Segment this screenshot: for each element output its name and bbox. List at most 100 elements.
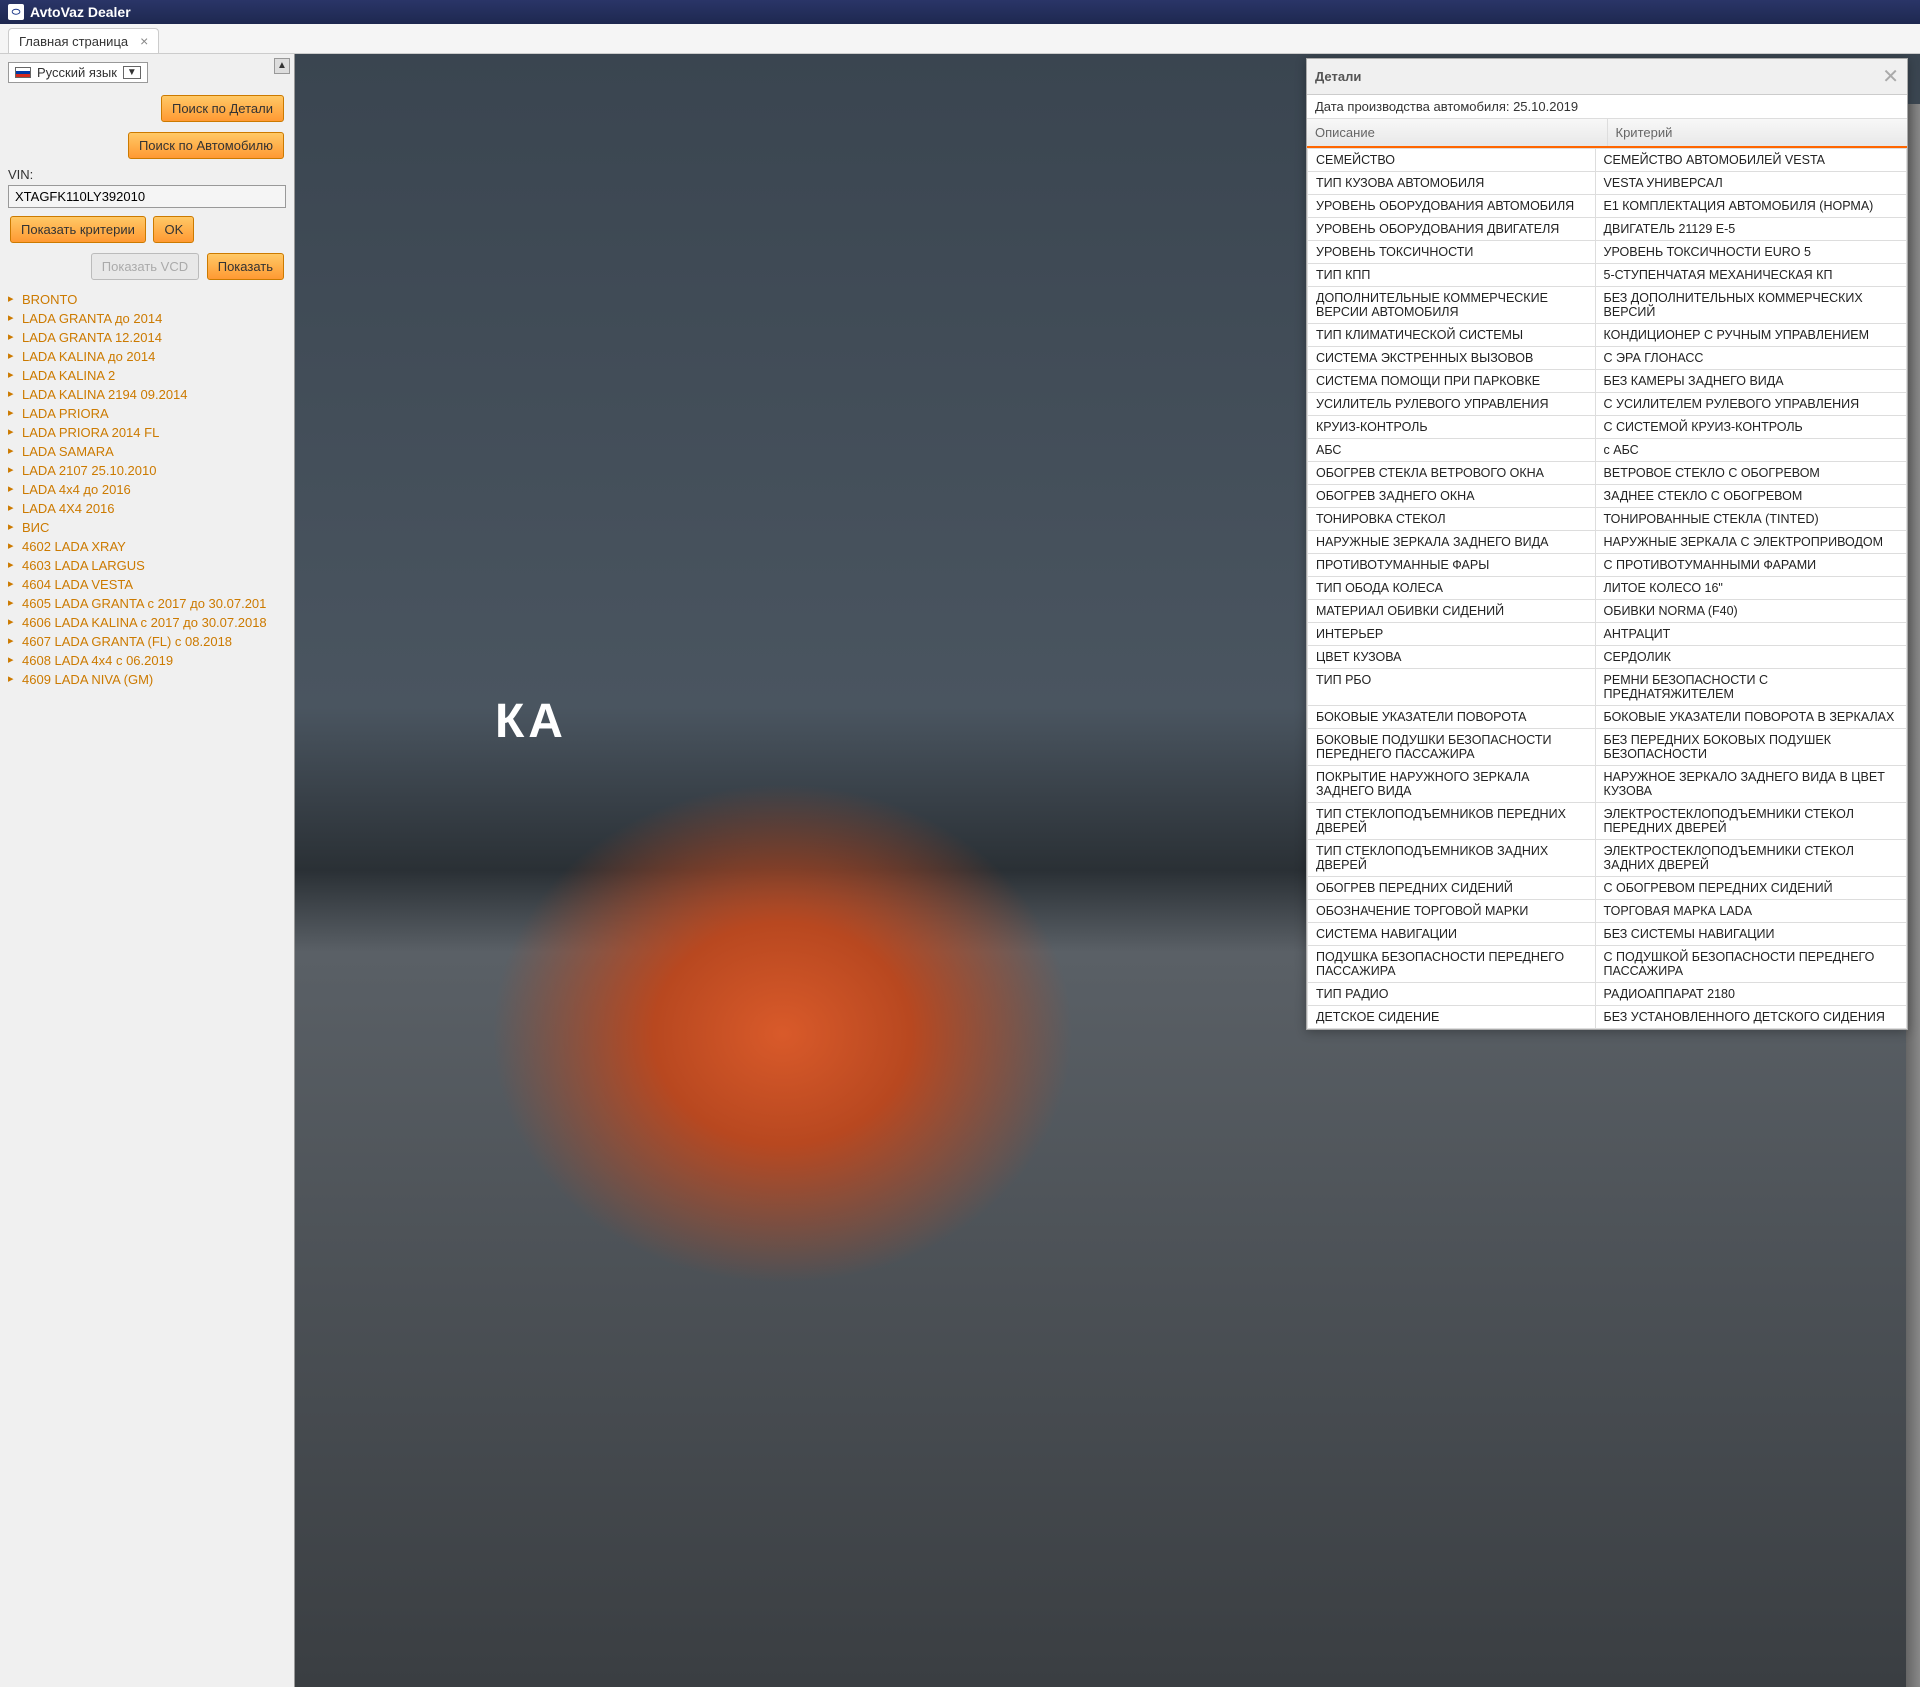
- tree-item[interactable]: 4603 LADA LARGUS: [8, 556, 286, 575]
- cell-description: СИСТЕМА ПОМОЩИ ПРИ ПАРКОВКЕ: [1308, 370, 1596, 393]
- table-row: ТИП РБОРЕМНИ БЕЗОПАСНОСТИ С ПРЕДНАТЯЖИТЕ…: [1308, 669, 1907, 706]
- table-row: НАРУЖНЫЕ ЗЕРКАЛА ЗАДНЕГО ВИДАНАРУЖНЫЕ ЗЕ…: [1308, 531, 1907, 554]
- cell-criterion: УРОВЕНЬ ТОКСИЧНОСТИ EURO 5: [1595, 241, 1906, 264]
- cell-description: ТИП ОБОДА КОЛЕСА: [1308, 577, 1596, 600]
- cell-description: БОКОВЫЕ УКАЗАТЕЛИ ПОВОРОТА: [1308, 706, 1596, 729]
- table-row: ТИП СТЕКЛОПОДЪЕМНИКОВ ЗАДНИХ ДВЕРЕЙЭЛЕКТ…: [1308, 840, 1907, 877]
- cell-description: ТИП КПП: [1308, 264, 1596, 287]
- title-bar: ⬭ AvtoVaz Dealer: [0, 0, 1920, 24]
- table-row: ОБОГРЕВ СТЕКЛА ВЕТРОВОГО ОКНАВЕТРОВОЕ СТ…: [1308, 462, 1907, 485]
- cell-description: ПОКРЫТИЕ НАРУЖНОГО ЗЕРКАЛА ЗАДНЕГО ВИДА: [1308, 766, 1596, 803]
- tree-item[interactable]: LADA KALINA 2: [8, 366, 286, 385]
- tree-item[interactable]: ВИС: [8, 518, 286, 537]
- details-header: Детали ✕: [1307, 59, 1907, 95]
- details-panel: Детали ✕ Дата производства автомобиля: 2…: [1306, 58, 1908, 1030]
- search-by-part-button[interactable]: Поиск по Детали: [161, 95, 284, 122]
- cell-description: УСИЛИТЕЛЬ РУЛЕВОГО УПРАВЛЕНИЯ: [1308, 393, 1596, 416]
- tree-item[interactable]: 4609 LADA NIVA (GM): [8, 670, 286, 689]
- cell-description: ИНТЕРЬЕР: [1308, 623, 1596, 646]
- tree-item[interactable]: LADA KALINA 2194 09.2014: [8, 385, 286, 404]
- details-table: СЕМЕЙСТВОСЕМЕЙСТВО АВТОМОБИЛЕЙ VESTAТИП …: [1307, 148, 1907, 1029]
- tree-item[interactable]: LADA 4X4 2016: [8, 499, 286, 518]
- details-title: Детали: [1315, 69, 1361, 84]
- show-vcd-button: Показать VCD: [91, 253, 199, 280]
- tree-item[interactable]: 4607 LADA GRANTA (FL) с 08.2018: [8, 632, 286, 651]
- cell-criterion: VESTA УНИВЕРСАЛ: [1595, 172, 1906, 195]
- table-row: БОКОВЫЕ УКАЗАТЕЛИ ПОВОРОТАБОКОВЫЕ УКАЗАТ…: [1308, 706, 1907, 729]
- close-icon[interactable]: ✕: [1882, 64, 1899, 89]
- tree-item[interactable]: 4605 LADA GRANTA с 2017 до 30.07.201: [8, 594, 286, 613]
- tree-item[interactable]: 4602 LADA XRAY: [8, 537, 286, 556]
- cell-criterion: С СИСТЕМОЙ КРУИЗ-КОНТРОЛЬ: [1595, 416, 1906, 439]
- show-button[interactable]: Показать: [207, 253, 284, 280]
- ok-button[interactable]: OK: [153, 216, 194, 243]
- chevron-down-icon[interactable]: ▼: [123, 66, 141, 79]
- tab-main[interactable]: Главная страница ×: [8, 28, 159, 53]
- tree-item[interactable]: 4608 LADA 4x4 с 06.2019: [8, 651, 286, 670]
- tree-item[interactable]: LADA PRIORA 2014 FL: [8, 423, 286, 442]
- cell-description: ЦВЕТ КУЗОВА: [1308, 646, 1596, 669]
- flag-icon: [15, 67, 31, 78]
- cell-criterion: БЕЗ УСТАНОВЛЕННОГО ДЕТСКОГО СИДЕНИЯ: [1595, 1006, 1906, 1029]
- cell-criterion: С УСИЛИТЕЛЕМ РУЛЕВОГО УПРАВЛЕНИЯ: [1595, 393, 1906, 416]
- cell-description: ТИП КУЗОВА АВТОМОБИЛЯ: [1308, 172, 1596, 195]
- tree-item[interactable]: LADA GRANTA до 2014: [8, 309, 286, 328]
- vin-input[interactable]: [8, 185, 286, 208]
- details-columns: Описание Критерий: [1307, 119, 1907, 148]
- language-select[interactable]: Русский язык ▼: [8, 62, 148, 83]
- show-criteria-button[interactable]: Показать критерии: [10, 216, 146, 243]
- search-by-car-button[interactable]: Поиск по Автомобилю: [128, 132, 284, 159]
- cell-description: БОКОВЫЕ ПОДУШКИ БЕЗОПАСНОСТИ ПЕРЕДНЕГО П…: [1308, 729, 1596, 766]
- tree-item[interactable]: LADA PRIORA: [8, 404, 286, 423]
- cell-description: ДОПОЛНИТЕЛЬНЫЕ КОММЕРЧЕСКИЕ ВЕРСИИ АВТОМ…: [1308, 287, 1596, 324]
- cell-criterion: АНТРАЦИТ: [1595, 623, 1906, 646]
- tree-item[interactable]: LADA GRANTA 12.2014: [8, 328, 286, 347]
- cell-criterion: ЭЛЕКТРОСТЕКЛОПОДЪЕМНИКИ СТЕКОЛ ЗАДНИХ ДВ…: [1595, 840, 1906, 877]
- cell-description: АБС: [1308, 439, 1596, 462]
- cell-description: СИСТЕМА НАВИГАЦИИ: [1308, 923, 1596, 946]
- scroll-up-icon[interactable]: ▲: [274, 58, 290, 74]
- cell-description: ТИП СТЕКЛОПОДЪЕМНИКОВ ПЕРЕДНИХ ДВЕРЕЙ: [1308, 803, 1596, 840]
- table-row: ТИП КЛИМАТИЧЕСКОЙ СИСТЕМЫКОНДИЦИОНЕР С Р…: [1308, 324, 1907, 347]
- table-row: ТИП ОБОДА КОЛЕСАЛИТОЕ КОЛЕСО 16": [1308, 577, 1907, 600]
- workspace: ▲ Русский язык ▼ Поиск по Детали Поиск п…: [0, 54, 1920, 1687]
- table-row: ОБОГРЕВ ЗАДНЕГО ОКНАЗАДНЕЕ СТЕКЛО С ОБОГ…: [1308, 485, 1907, 508]
- cell-criterion: БОКОВЫЕ УКАЗАТЕЛИ ПОВОРОТА В ЗЕРКАЛАХ: [1595, 706, 1906, 729]
- table-row: ПОКРЫТИЕ НАРУЖНОГО ЗЕРКАЛА ЗАДНЕГО ВИДАН…: [1308, 766, 1907, 803]
- tree-item[interactable]: BRONTO: [8, 290, 286, 309]
- cell-criterion: С ПРОТИВОТУМАННЫМИ ФАРАМИ: [1595, 554, 1906, 577]
- table-row: ДОПОЛНИТЕЛЬНЫЕ КОММЕРЧЕСКИЕ ВЕРСИИ АВТОМ…: [1308, 287, 1907, 324]
- cell-criterion: С ЭРА ГЛОНАСС: [1595, 347, 1906, 370]
- table-row: ОБОЗНАЧЕНИЕ ТОРГОВОЙ МАРКИТОРГОВАЯ МАРКА…: [1308, 900, 1907, 923]
- cell-criterion: С ПОДУШКОЙ БЕЗОПАСНОСТИ ПЕРЕДНЕГО ПАССАЖ…: [1595, 946, 1906, 983]
- tree-item[interactable]: 4606 LADA KALINA с 2017 до 30.07.2018: [8, 613, 286, 632]
- cell-description: ПОДУШКА БЕЗОПАСНОСТИ ПЕРЕДНЕГО ПАССАЖИРА: [1308, 946, 1596, 983]
- col-criterion: Критерий: [1608, 119, 1908, 146]
- details-date: Дата производства автомобиля: 25.10.2019: [1307, 95, 1907, 119]
- tree-item[interactable]: LADA 2107 25.10.2010: [8, 461, 286, 480]
- cell-description: МАТЕРИАЛ ОБИВКИ СИДЕНИЙ: [1308, 600, 1596, 623]
- cell-criterion: ОБИВКИ NORMA (F40): [1595, 600, 1906, 623]
- cell-criterion: с АБС: [1595, 439, 1906, 462]
- tree-item[interactable]: LADA SAMARA: [8, 442, 286, 461]
- table-row: БОКОВЫЕ ПОДУШКИ БЕЗОПАСНОСТИ ПЕРЕДНЕГО П…: [1308, 729, 1907, 766]
- cell-description: УРОВЕНЬ ОБОРУДОВАНИЯ АВТОМОБИЛЯ: [1308, 195, 1596, 218]
- catalog-text: КА: [495, 694, 567, 749]
- tree-item[interactable]: 4604 LADA VESTA: [8, 575, 286, 594]
- cell-criterion: ВЕТРОВОЕ СТЕКЛО С ОБОГРЕВОМ: [1595, 462, 1906, 485]
- col-description: Описание: [1307, 119, 1608, 146]
- table-row: УРОВЕНЬ ТОКСИЧНОСТИУРОВЕНЬ ТОКСИЧНОСТИ E…: [1308, 241, 1907, 264]
- tree-item[interactable]: LADA 4x4 до 2016: [8, 480, 286, 499]
- table-row: КРУИЗ-КОНТРОЛЬС СИСТЕМОЙ КРУИЗ-КОНТРОЛЬ: [1308, 416, 1907, 439]
- table-row: ИНТЕРЬЕРАНТРАЦИТ: [1308, 623, 1907, 646]
- cell-criterion: ТОНИРОВАННЫЕ СТЕКЛА (TINTED): [1595, 508, 1906, 531]
- cell-description: ТИП РБО: [1308, 669, 1596, 706]
- tree-item[interactable]: LADA KALINA до 2014: [8, 347, 286, 366]
- cell-description: ОБОГРЕВ ЗАДНЕГО ОКНА: [1308, 485, 1596, 508]
- close-icon[interactable]: ×: [140, 33, 148, 49]
- cell-criterion: СЕМЕЙСТВО АВТОМОБИЛЕЙ VESTA: [1595, 149, 1906, 172]
- cell-criterion: БЕЗ ПЕРЕДНИХ БОКОВЫХ ПОДУШЕК БЕЗОПАСНОСТ…: [1595, 729, 1906, 766]
- table-row: АБСс АБС: [1308, 439, 1907, 462]
- cell-criterion: 5-СТУПЕНЧАТАЯ МЕХАНИЧЕСКАЯ КП: [1595, 264, 1906, 287]
- cell-criterion: РАДИОАППАРАТ 2180: [1595, 983, 1906, 1006]
